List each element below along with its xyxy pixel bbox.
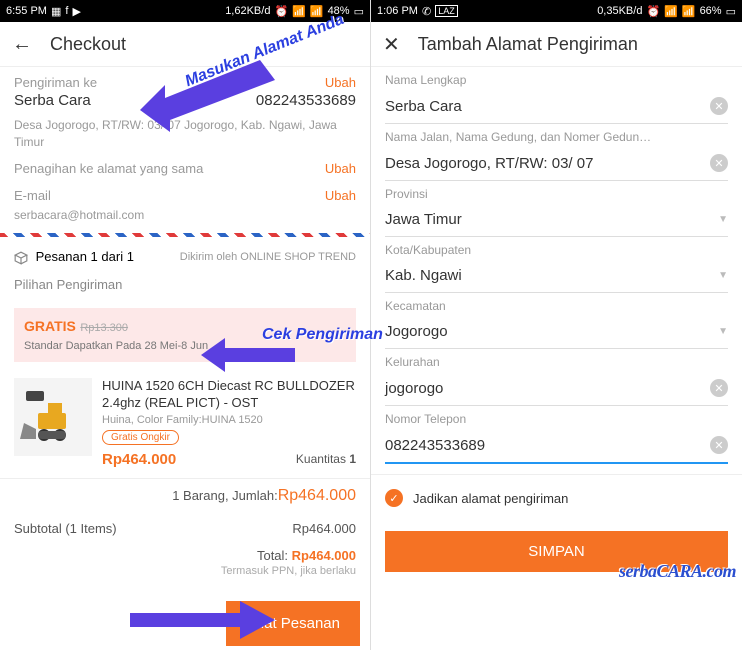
clear-icon[interactable]: ✕ <box>710 436 728 454</box>
page-title: Tambah Alamat Pengiriman <box>418 34 638 55</box>
close-icon[interactable]: ✕ <box>383 32 400 57</box>
field-label-subdistrict: Kelurahan <box>385 355 728 369</box>
back-icon[interactable]: ← <box>12 33 32 56</box>
product-qty: Kuantitas 1 <box>296 452 356 466</box>
net-speed: 1,62KB/d <box>225 5 270 17</box>
status-time: 1:06 PM <box>377 5 418 17</box>
annotation-text: Cek Pengiriman <box>262 326 383 344</box>
annotation-arrow <box>130 595 280 645</box>
email-value: serbacara@hotmail.com <box>0 207 370 234</box>
free-ship-badge: Gratis Ongkir <box>102 430 179 445</box>
subtotal-value: Rp464.000 <box>292 521 356 536</box>
billing-label: Penagihan ke alamat yang sama <box>14 161 203 176</box>
free-strike: Rp13.300 <box>80 322 128 334</box>
chevron-down-icon: ▼ <box>718 270 728 281</box>
alarm-icon: ⏰ <box>274 5 288 18</box>
address-screen: 1:06 PM ✆ LAZ 0,35KB/d ⏰ 📶 📶 66% ▭ ✕ Tam… <box>371 0 742 650</box>
field-label-province: Provinsi <box>385 187 728 201</box>
item-sum: 1 Barang, Jumlah:Rp464.000 <box>0 478 370 513</box>
free-label: GRATIS <box>24 318 76 334</box>
battery-icon: ▭ <box>354 5 364 18</box>
product-price: Rp464.000 <box>102 451 176 468</box>
status-bar: 6:55 PM ▦ f ▶ 1,62KB/d ⏰ 📶 📶 48% ▭ <box>0 0 370 22</box>
page-title: Checkout <box>50 34 126 55</box>
clear-icon[interactable]: ✕ <box>710 154 728 172</box>
product-thumb <box>14 378 92 456</box>
wifi-icon: 📶 <box>682 5 696 18</box>
check-icon: ✓ <box>385 489 403 507</box>
alarm-icon: ⏰ <box>646 5 660 18</box>
field-label-name: Nama Lengkap <box>385 73 728 87</box>
header: ✕ Tambah Alamat Pengiriman <box>371 22 742 66</box>
total-row: Total: Rp464.000 <box>0 548 370 563</box>
select-city[interactable]: Kab. Ngawi ▼ <box>385 261 728 293</box>
battery-icon: ▭ <box>726 5 736 18</box>
whatsapp-icon: ✆ <box>422 5 431 18</box>
signal-icon: 📶 <box>664 5 678 18</box>
product-row: HUINA 1520 6CH Diecast RC BULLDOZER 2.4g… <box>0 368 370 478</box>
change-email-link[interactable]: Ubah <box>325 188 356 203</box>
watermark: serbaCARA.com <box>619 561 736 582</box>
status-time: 6:55 PM <box>6 5 47 17</box>
input-phone[interactable]: 082243533689 ✕ <box>385 430 728 464</box>
fb-icon: f <box>65 5 68 17</box>
input-street[interactable]: Desa Jogorogo, RT/RW: 03/ 07 ✕ <box>385 148 728 181</box>
order-count: Pesanan 1 dari 1 <box>14 249 134 265</box>
product-meta: Huina, Color Family:HUINA 1520 <box>102 414 356 426</box>
field-label-district: Kecamatan <box>385 299 728 313</box>
package-icon <box>14 251 28 265</box>
input-name[interactable]: Serba Cara ✕ <box>385 91 728 124</box>
bulldozer-icon <box>18 387 88 447</box>
status-icon: ▦ <box>51 5 61 18</box>
field-label-street: Nama Jalan, Nama Gedung, dan Nomer Gedun… <box>385 130 728 144</box>
shipped-by: Dikirim oleh ONLINE SHOP TREND <box>180 251 356 263</box>
field-label-phone: Nomor Telepon <box>385 412 728 426</box>
clear-icon[interactable]: ✕ <box>710 379 728 397</box>
clear-icon[interactable]: ✕ <box>710 97 728 115</box>
chevron-down-icon: ▼ <box>718 326 728 337</box>
product-title: HUINA 1520 6CH Diecast RC BULLDOZER 2.4g… <box>102 378 356 412</box>
chevron-down-icon: ▼ <box>718 214 728 225</box>
default-address-checkbox[interactable]: ✓ Jadikan alamat pengiriman <box>371 474 742 521</box>
wifi-icon: 📶 <box>310 5 324 18</box>
status-bar: 1:06 PM ✆ LAZ 0,35KB/d ⏰ 📶 📶 66% ▭ <box>371 0 742 22</box>
change-billing-link[interactable]: Ubah <box>325 161 356 176</box>
subtotal-label: Subtotal (1 Items) <box>14 521 117 536</box>
net-speed: 0,35KB/d <box>597 5 642 17</box>
field-label-city: Kota/Kabupaten <box>385 243 728 257</box>
signal-icon: 📶 <box>292 5 306 18</box>
battery-pct: 66% <box>700 5 722 17</box>
ppn-note: Termasuk PPN, jika berlaku <box>0 563 370 577</box>
ship-option-label: Pilihan Pengiriman <box>0 277 370 302</box>
input-subdistrict[interactable]: jogorogo ✕ <box>385 373 728 406</box>
yt-icon: ▶ <box>72 5 80 18</box>
select-district[interactable]: Jogorogo ▼ <box>385 317 728 349</box>
laz-icon: LAZ <box>435 5 458 17</box>
email-label: E-mail <box>14 188 51 203</box>
select-province[interactable]: Jawa Timur ▼ <box>385 205 728 237</box>
